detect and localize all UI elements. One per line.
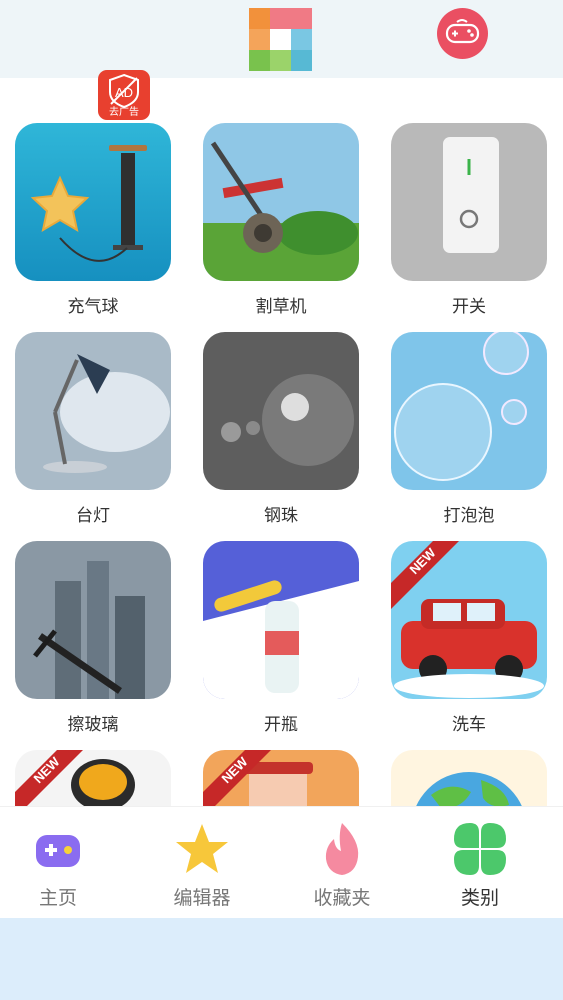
app-label: 钢珠 <box>264 506 298 526</box>
app-tile-window-squeegee[interactable] <box>15 541 171 699</box>
app-tile-bottle-opener[interactable] <box>203 541 359 699</box>
steel-balls-icon <box>203 332 359 490</box>
app-tile-blender[interactable]: NEW <box>203 750 359 806</box>
tab-categories[interactable]: 类别 <box>410 807 550 919</box>
balloon-pump-icon <box>15 123 171 281</box>
app-tile-desk-lamp[interactable] <box>15 332 171 490</box>
app-label: 洗车 <box>452 715 486 735</box>
light-switch-icon <box>391 123 547 281</box>
app-logo <box>249 8 312 71</box>
star-icon <box>176 824 228 873</box>
app-tile-earth[interactable] <box>391 750 547 806</box>
bottom-safe-area <box>0 918 563 1000</box>
app-label: 打泡泡 <box>443 506 495 526</box>
gamepad-icon <box>36 835 80 867</box>
tab-editor[interactable]: 编辑器 <box>132 807 272 919</box>
tab-label: 收藏夹 <box>313 887 371 909</box>
new-badge-icon: NEW <box>203 750 271 806</box>
tab-label: 类别 <box>460 887 499 909</box>
bubbles-icon <box>391 332 547 490</box>
app-label: 充气球 <box>67 297 119 317</box>
earth-icon <box>391 750 547 806</box>
app-tile-lawn-mower[interactable] <box>203 123 359 281</box>
tab-label: 主页 <box>38 887 77 909</box>
window-squeegee-icon <box>15 541 171 699</box>
app-tile-paint-bucket[interactable]: NEW <box>15 750 171 806</box>
app-tile-bubbles[interactable] <box>391 332 547 490</box>
lawn-mower-icon <box>203 123 359 281</box>
bottom-tab-bar: 主页 编辑器 收藏夹 类别 <box>0 806 563 919</box>
app-grid: 充气球 割草机 开关 台灯 钢珠 打泡泡 NEW 擦玻璃 开瓶 洗车 NEW N… <box>0 120 563 806</box>
tab-label: 编辑器 <box>173 887 231 909</box>
app-label: 开关 <box>452 297 486 317</box>
remove-ads-button[interactable]: AD 去广告 <box>98 70 150 120</box>
app-tile-balloon-pump[interactable] <box>15 123 171 281</box>
desk-lamp-icon <box>15 332 171 490</box>
app-label: 开瓶 <box>264 715 298 735</box>
tab-favorites[interactable]: 收藏夹 <box>272 807 412 919</box>
tab-home[interactable]: 主页 <box>0 807 128 919</box>
game-controller-button[interactable] <box>437 8 488 59</box>
gamepad-icon <box>445 19 480 44</box>
new-badge-icon: NEW <box>391 541 459 609</box>
new-badge-icon: NEW <box>15 750 83 806</box>
bottle-opener-icon <box>203 541 359 699</box>
app-tile-car-wash[interactable]: NEW <box>391 541 547 699</box>
top-bar <box>0 0 563 78</box>
app-label: 擦玻璃 <box>67 715 119 735</box>
clover-icon <box>454 823 506 875</box>
app-label: 割草机 <box>255 297 307 317</box>
app-tile-light-switch[interactable] <box>391 123 547 281</box>
ad-badge-caption: 去广告 <box>109 107 139 118</box>
flame-icon <box>325 823 359 875</box>
app-label: 台灯 <box>76 506 110 526</box>
app-tile-steel-balls[interactable] <box>203 332 359 490</box>
